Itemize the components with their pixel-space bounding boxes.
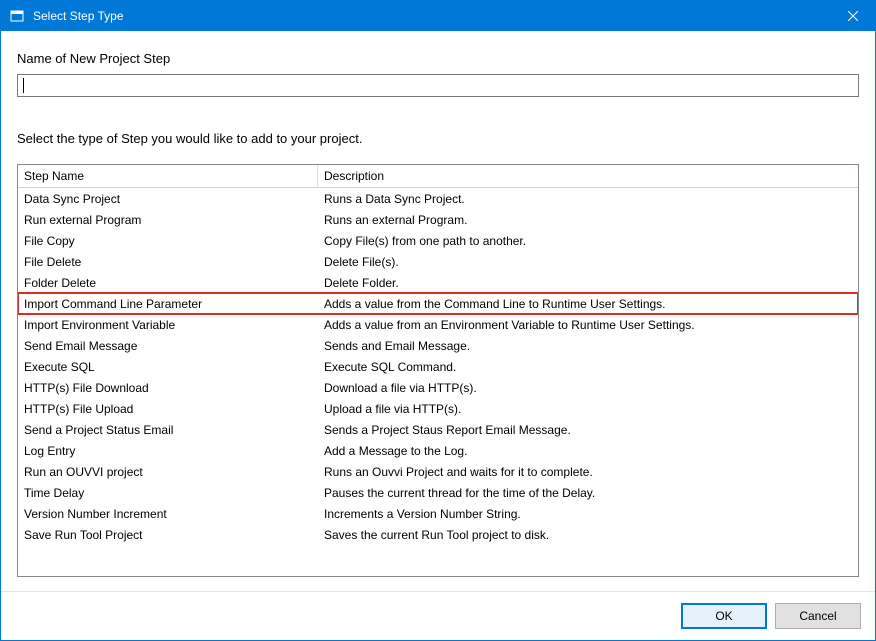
instruction-text: Select the type of Step you would like t… xyxy=(17,131,859,146)
step-name-cell: HTTP(s) File Upload xyxy=(18,402,318,416)
ok-button[interactable]: OK xyxy=(681,603,767,629)
step-name-cell: HTTP(s) File Download xyxy=(18,381,318,395)
titlebar[interactable]: Select Step Type xyxy=(1,1,875,31)
step-description-cell: Runs an external Program. xyxy=(318,213,858,227)
button-bar: OK Cancel xyxy=(1,591,875,640)
column-header-name[interactable]: Step Name xyxy=(18,165,318,188)
list-item[interactable]: Run external ProgramRuns an external Pro… xyxy=(18,209,858,230)
list-item[interactable]: Version Number IncrementIncrements a Ver… xyxy=(18,503,858,524)
dialog-window: Select Step Type Name of New Project Ste… xyxy=(0,0,876,641)
list-item[interactable]: Folder DeleteDelete Folder. xyxy=(18,272,858,293)
app-icon xyxy=(9,8,25,24)
list-item[interactable]: File CopyCopy File(s) from one path to a… xyxy=(18,230,858,251)
list-item[interactable]: HTTP(s) File UploadUpload a file via HTT… xyxy=(18,398,858,419)
window-title: Select Step Type xyxy=(33,9,830,23)
name-field-label: Name of New Project Step xyxy=(17,51,859,66)
step-name-cell: Data Sync Project xyxy=(18,192,318,206)
list-item[interactable]: File DeleteDelete File(s). xyxy=(18,251,858,272)
step-description-cell: Adds a value from an Environment Variabl… xyxy=(318,318,858,332)
step-description-cell: Sends a Project Staus Report Email Messa… xyxy=(318,423,858,437)
text-caret xyxy=(23,78,24,93)
step-description-cell: Download a file via HTTP(s). xyxy=(318,381,858,395)
list-item[interactable]: Time DelayPauses the current thread for … xyxy=(18,482,858,503)
list-body: Data Sync ProjectRuns a Data Sync Projec… xyxy=(18,188,858,545)
step-description-cell: Upload a file via HTTP(s). xyxy=(318,402,858,416)
list-item[interactable]: Send a Project Status EmailSends a Proje… xyxy=(18,419,858,440)
step-name-cell: Send a Project Status Email xyxy=(18,423,318,437)
list-item[interactable]: Save Run Tool ProjectSaves the current R… xyxy=(18,524,858,545)
list-item[interactable]: Import Command Line ParameterAdds a valu… xyxy=(18,293,858,314)
step-description-cell: Sends and Email Message. xyxy=(318,339,858,353)
step-name-cell: Time Delay xyxy=(18,486,318,500)
step-name-cell: Execute SQL xyxy=(18,360,318,374)
step-type-list[interactable]: Step Name Description Data Sync ProjectR… xyxy=(17,164,859,577)
step-name-cell: File Copy xyxy=(18,234,318,248)
step-name-cell: Run an OUVVI project xyxy=(18,465,318,479)
step-description-cell: Adds a value from the Command Line to Ru… xyxy=(318,297,858,311)
step-description-cell: Copy File(s) from one path to another. xyxy=(318,234,858,248)
list-item[interactable]: Data Sync ProjectRuns a Data Sync Projec… xyxy=(18,188,858,209)
cancel-button[interactable]: Cancel xyxy=(775,603,861,629)
step-name-cell: Log Entry xyxy=(18,444,318,458)
list-item[interactable]: Import Environment VariableAdds a value … xyxy=(18,314,858,335)
step-description-cell: Increments a Version Number String. xyxy=(318,507,858,521)
step-name-cell: Send Email Message xyxy=(18,339,318,353)
step-name-cell: File Delete xyxy=(18,255,318,269)
list-item[interactable]: Send Email MessageSends and Email Messag… xyxy=(18,335,858,356)
step-name-cell: Run external Program xyxy=(18,213,318,227)
close-button[interactable] xyxy=(830,1,875,31)
step-description-cell: Saves the current Run Tool project to di… xyxy=(318,528,858,542)
step-description-cell: Delete Folder. xyxy=(318,276,858,290)
dialog-content: Name of New Project Step Select the type… xyxy=(1,31,875,591)
list-item[interactable]: Log EntryAdd a Message to the Log. xyxy=(18,440,858,461)
list-item[interactable]: Execute SQLExecute SQL Command. xyxy=(18,356,858,377)
step-name-input[interactable] xyxy=(17,74,859,97)
step-name-cell: Import Command Line Parameter xyxy=(18,297,318,311)
step-description-cell: Delete File(s). xyxy=(318,255,858,269)
step-description-cell: Runs a Data Sync Project. xyxy=(318,192,858,206)
step-name-cell: Save Run Tool Project xyxy=(18,528,318,542)
step-name-cell: Version Number Increment xyxy=(18,507,318,521)
list-header: Step Name Description xyxy=(18,165,858,188)
column-header-description[interactable]: Description xyxy=(318,165,858,188)
list-item[interactable]: Run an OUVVI projectRuns an Ouvvi Projec… xyxy=(18,461,858,482)
step-description-cell: Add a Message to the Log. xyxy=(318,444,858,458)
step-description-cell: Execute SQL Command. xyxy=(318,360,858,374)
step-name-cell: Folder Delete xyxy=(18,276,318,290)
close-icon xyxy=(848,11,858,21)
step-description-cell: Runs an Ouvvi Project and waits for it t… xyxy=(318,465,858,479)
list-item[interactable]: HTTP(s) File DownloadDownload a file via… xyxy=(18,377,858,398)
step-description-cell: Pauses the current thread for the time o… xyxy=(318,486,858,500)
step-name-cell: Import Environment Variable xyxy=(18,318,318,332)
